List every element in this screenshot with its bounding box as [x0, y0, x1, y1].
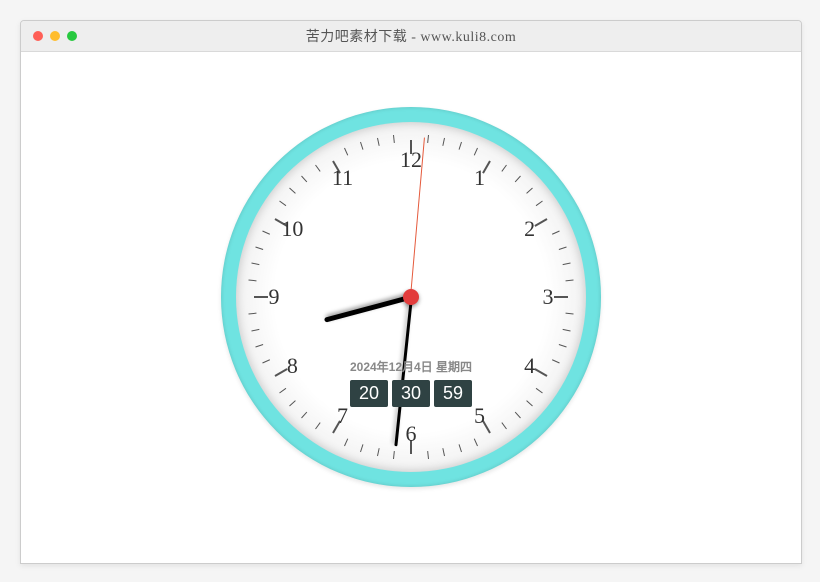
tick-minor: [563, 263, 571, 266]
clock-face: 2024年12月4日 星期四 20 30 59 121234567891011: [236, 122, 586, 472]
traffic-lights: [33, 31, 77, 41]
tick-minor: [536, 201, 543, 207]
tick-minor: [256, 246, 264, 249]
clock-numeral: 12: [400, 147, 422, 173]
tick-minor: [563, 329, 571, 332]
tick-minor: [458, 444, 461, 452]
clock-numeral: 5: [474, 403, 485, 429]
tick-minor: [443, 137, 446, 145]
clock-numeral: 2: [524, 216, 535, 242]
tick-minor: [443, 449, 446, 457]
clock-numeral: 3: [543, 284, 554, 310]
tick-minor: [565, 279, 573, 281]
clock-numeral: 4: [524, 353, 535, 379]
tick-minor: [315, 165, 321, 172]
tick-major: [534, 218, 547, 227]
tick-minor: [474, 148, 478, 156]
tick-minor: [377, 137, 380, 145]
tick-minor: [526, 400, 533, 406]
minimize-icon[interactable]: [50, 31, 60, 41]
browser-window: 苦力吧素材下载 - www.kuli8.com 2024年12月4日 星期四 2…: [20, 20, 802, 564]
tick-minor: [552, 360, 560, 364]
tick-minor: [514, 412, 520, 419]
digital-seconds: 59: [434, 380, 472, 407]
tick-minor: [536, 388, 543, 394]
tick-minor: [344, 438, 348, 446]
tick-minor: [552, 230, 560, 234]
tick-minor: [251, 329, 259, 332]
close-icon[interactable]: [33, 31, 43, 41]
tick-minor: [565, 313, 573, 315]
digital-minutes: 30: [392, 380, 430, 407]
tick-minor: [393, 135, 395, 143]
tick-minor: [290, 188, 297, 194]
maximize-icon[interactable]: [67, 31, 77, 41]
clock-numeral: 6: [406, 421, 417, 447]
tick-major: [534, 368, 547, 377]
clock-numeral: 11: [332, 165, 353, 191]
tick-major: [554, 296, 568, 298]
digital-hours: 20: [350, 380, 388, 407]
tick-minor: [360, 142, 363, 150]
tick-minor: [458, 142, 461, 150]
tick-minor: [249, 313, 257, 315]
tick-minor: [514, 176, 520, 183]
digital-time: 20 30 59: [350, 380, 472, 407]
tick-minor: [526, 188, 533, 194]
clock-numeral: 10: [281, 216, 303, 242]
tick-minor: [502, 422, 508, 429]
tick-minor: [427, 451, 429, 459]
tick-minor: [427, 135, 429, 143]
tick-minor: [393, 451, 395, 459]
tick-minor: [360, 444, 363, 452]
tick-major: [275, 368, 288, 377]
date-text: 2024年12月4日 星期四: [350, 358, 472, 375]
tick-minor: [302, 176, 308, 183]
tick-minor: [302, 412, 308, 419]
clock-frame: 2024年12月4日 星期四 20 30 59 121234567891011: [221, 107, 601, 487]
hour-hand: [323, 295, 411, 323]
tick-minor: [262, 360, 270, 364]
tick-minor: [249, 279, 257, 281]
titlebar: 苦力吧素材下载 - www.kuli8.com: [21, 21, 801, 52]
tick-minor: [377, 449, 380, 457]
tick-major: [254, 296, 268, 298]
center-pin: [403, 289, 419, 305]
tick-minor: [344, 148, 348, 156]
clock-numeral: 9: [269, 284, 280, 310]
tick-minor: [279, 388, 286, 394]
tick-minor: [256, 344, 264, 347]
tick-minor: [558, 344, 566, 347]
window-title: 苦力吧素材下载 - www.kuli8.com: [21, 26, 801, 46]
tick-minor: [279, 201, 286, 207]
tick-minor: [315, 422, 321, 429]
tick-minor: [502, 165, 508, 172]
tick-minor: [262, 230, 270, 234]
tick-minor: [558, 246, 566, 249]
tick-minor: [474, 438, 478, 446]
clock-numeral: 8: [287, 353, 298, 379]
tick-minor: [290, 400, 297, 406]
content-area: 2024年12月4日 星期四 20 30 59 121234567891011: [21, 52, 801, 564]
tick-minor: [251, 263, 259, 266]
clock-numeral: 1: [474, 165, 485, 191]
clock-numeral: 7: [337, 403, 348, 429]
